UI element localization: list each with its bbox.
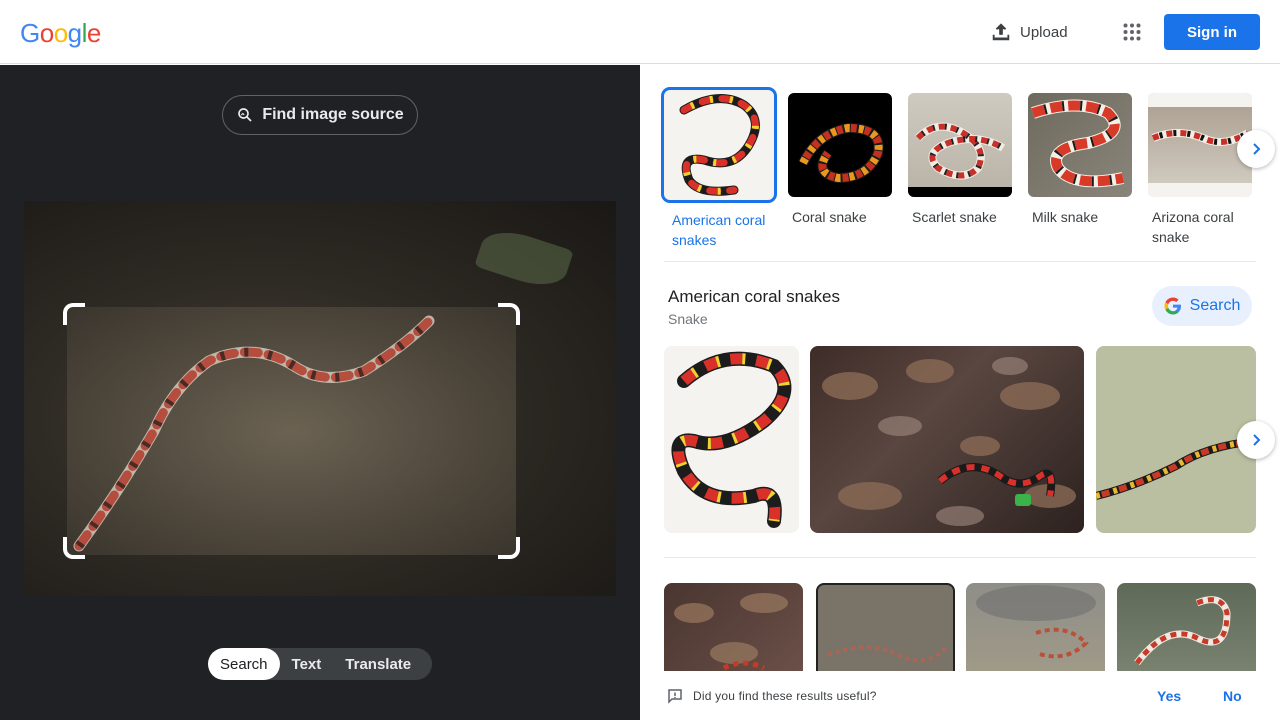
google-logo[interactable]: Google: [20, 18, 101, 49]
mode-text-tab[interactable]: Text: [280, 648, 334, 680]
sign-in-button[interactable]: Sign in: [1164, 14, 1260, 50]
result-image[interactable]: [1117, 583, 1256, 673]
upload-button[interactable]: Upload: [990, 16, 1068, 48]
carousel-next-button[interactable]: [1237, 130, 1275, 168]
chevron-right-icon: [1253, 434, 1261, 446]
apps-grid-icon: [1123, 23, 1141, 41]
upload-icon: [992, 23, 1010, 41]
lens-image-panel: Find image source Search Text Translate: [0, 65, 640, 720]
crop-handle-bottom-left[interactable]: [63, 537, 85, 559]
apps-button[interactable]: [1116, 16, 1148, 48]
entity-thumbnail: [908, 93, 1012, 197]
logo-letter: G: [20, 18, 40, 48]
entity-thumbnail: [1028, 93, 1132, 197]
mode-search-tab[interactable]: Search: [208, 648, 280, 680]
find-image-source-button[interactable]: Find image source: [222, 95, 418, 135]
find-image-source-label: Find image source: [262, 106, 404, 123]
result-image[interactable]: [664, 583, 803, 673]
crop-handle-top-right[interactable]: [498, 303, 520, 325]
result-image[interactable]: [816, 583, 955, 673]
snake-illustration: [73, 315, 435, 552]
entity-title: American coral snakes: [668, 287, 840, 306]
result-image[interactable]: [966, 583, 1105, 673]
feedback-question: Did you find these results useful?: [693, 688, 877, 703]
image-search-icon: [238, 108, 252, 122]
entity-label: Milk snake: [1032, 209, 1099, 225]
entity-search-button[interactable]: Search: [1152, 286, 1252, 326]
lens-mode-switcher: Search Text Translate: [208, 648, 432, 680]
mode-translate-tab[interactable]: Translate: [333, 648, 423, 680]
result-image[interactable]: [810, 346, 1084, 533]
logo-letter: o: [53, 18, 68, 48]
logo-letter: o: [39, 18, 54, 48]
related-entities-carousel: American coral snakes Coral snake Scarle…: [661, 87, 1256, 260]
entity-search-label: Search: [1189, 297, 1241, 314]
logo-letter: g: [67, 18, 82, 48]
results-panel: American coral snakes Coral snake Scarle…: [640, 65, 1280, 720]
entity-label: Arizona coral snake: [1152, 209, 1234, 245]
upload-label: Upload: [1020, 23, 1068, 41]
entity-label: American coral snakes: [672, 212, 766, 248]
result-image[interactable]: [1096, 346, 1256, 533]
section-divider: [664, 557, 1256, 558]
top-bar: Google Upload Sign in: [0, 0, 1280, 64]
google-g-icon: [1164, 297, 1181, 315]
chevron-right-icon: [1253, 143, 1261, 155]
related-entity-item[interactable]: Scarlet snake: [908, 93, 1020, 227]
feedback-no-button[interactable]: No: [1223, 688, 1242, 704]
gallery-next-button[interactable]: [1237, 421, 1275, 459]
section-divider: [664, 261, 1256, 262]
feedback-yes-button[interactable]: Yes: [1157, 688, 1181, 704]
related-entity-item[interactable]: Arizona coral snake: [1148, 93, 1260, 247]
related-entity-item[interactable]: Milk snake: [1028, 93, 1140, 227]
feedback-icon: [668, 688, 682, 704]
crop-handle-top-left[interactable]: [63, 303, 85, 325]
entity-label: Scarlet snake: [912, 209, 997, 225]
feedback-bar: Did you find these results useful? Yes N…: [640, 671, 1280, 720]
related-entity-item[interactable]: American coral snakes: [661, 87, 777, 250]
related-entity-item[interactable]: Coral snake: [788, 93, 900, 227]
logo-letter: e: [86, 18, 101, 48]
entity-thumbnail: [788, 93, 892, 197]
result-image[interactable]: [664, 346, 799, 533]
entity-thumbnail: [661, 87, 777, 203]
entity-subtitle: Snake: [668, 311, 708, 327]
entity-label: Coral snake: [792, 209, 867, 225]
crop-handle-bottom-right[interactable]: [498, 537, 520, 559]
